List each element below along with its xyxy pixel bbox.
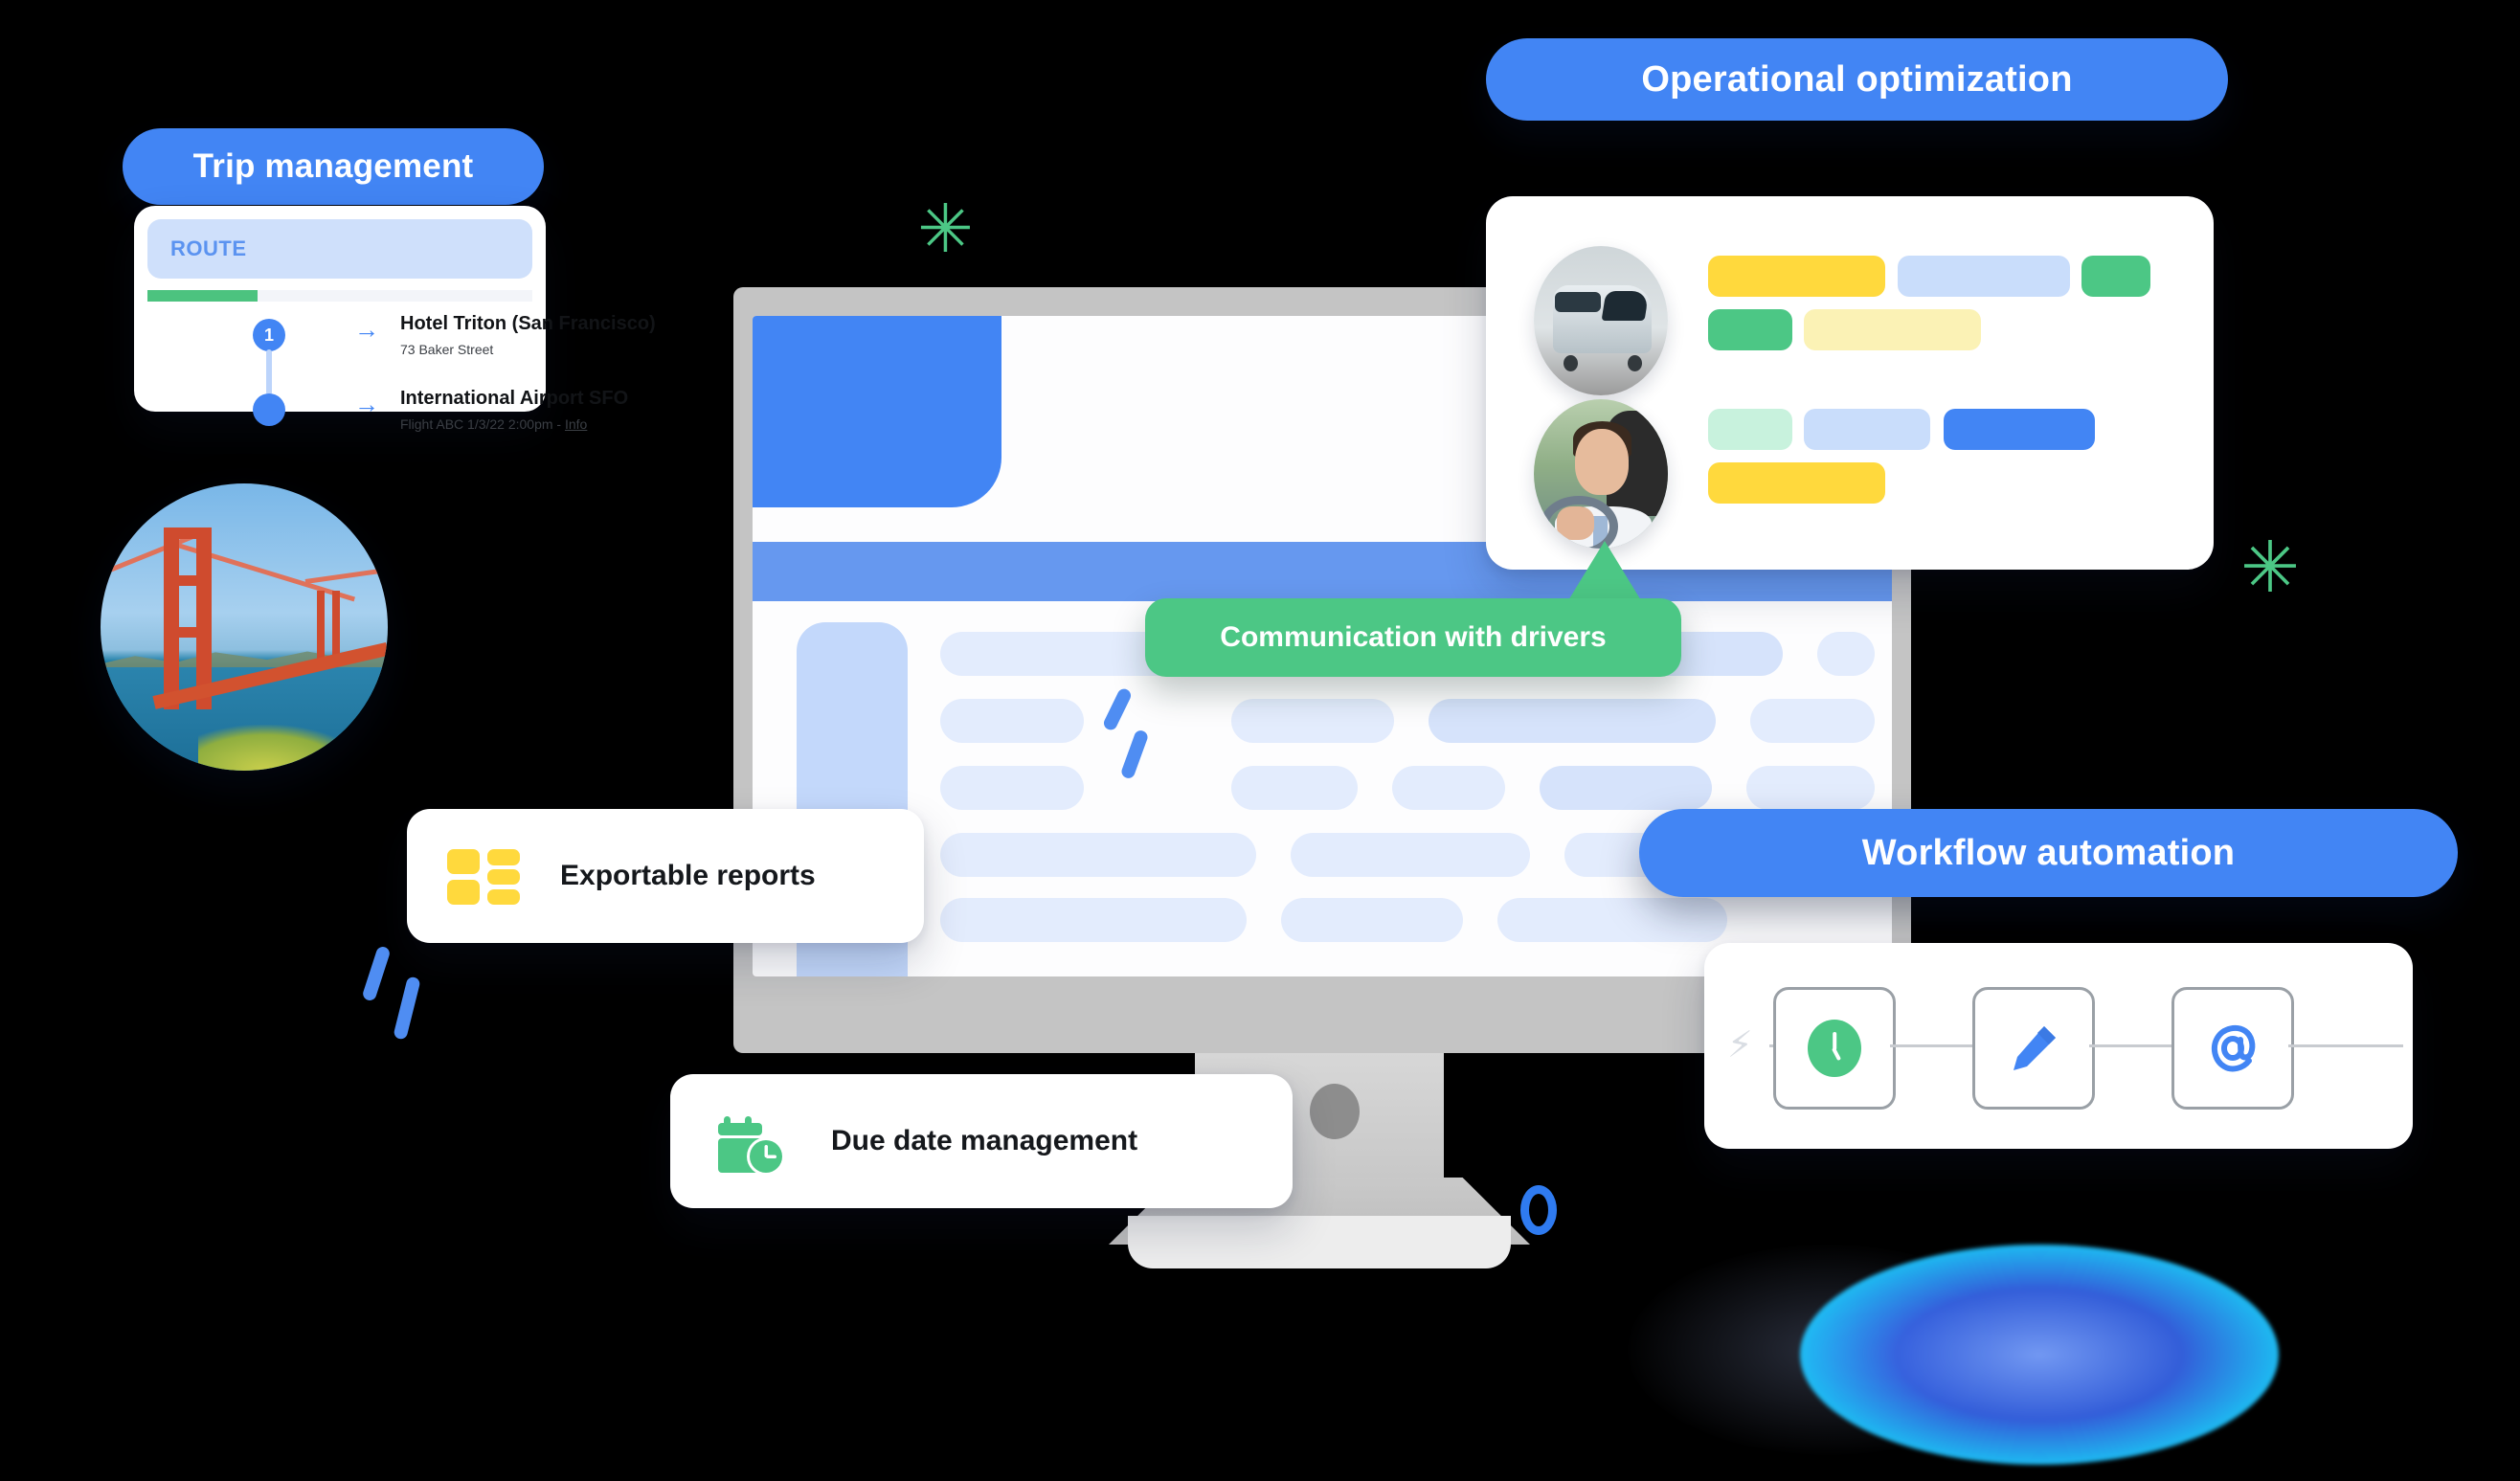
- lightning-bolt-icon: ⚡: [1727, 1025, 1753, 1066]
- reports-grid-icon: [447, 849, 520, 905]
- placeholder-pill: [1231, 766, 1358, 810]
- status-chip: [1708, 256, 1885, 297]
- exportable-reports-card[interactable]: Exportable reports: [407, 809, 924, 943]
- workflow-connector: [1890, 1044, 1972, 1047]
- placeholder-pill: [940, 699, 1084, 743]
- placeholder-pill: [1750, 699, 1875, 743]
- status-chip: [1804, 309, 1981, 350]
- stop-marker-1: 1: [253, 319, 285, 351]
- placeholder-pill: [940, 766, 1084, 810]
- status-chip: [1944, 409, 2095, 450]
- flight-info-text: Flight ABC 1/3/22 2:00pm -: [400, 416, 565, 432]
- bus-avatar: [1534, 246, 1668, 395]
- workflow-step-clock[interactable]: [1773, 987, 1896, 1110]
- placeholder-pill: [1746, 766, 1875, 810]
- workflow-automation-label[interactable]: Workflow automation: [1639, 809, 2458, 897]
- stop-marker-number: 1: [263, 325, 274, 345]
- exportable-reports-label: Exportable reports: [560, 860, 816, 891]
- workflow-step-edit[interactable]: [1972, 987, 2095, 1110]
- at-icon: [2211, 1024, 2256, 1072]
- accent-dash: [361, 945, 392, 1002]
- operational-optimization-label[interactable]: Operational optimization: [1486, 38, 2228, 121]
- bridge-tower-cap: [164, 527, 212, 539]
- screen-accent-card: [753, 316, 1001, 507]
- accent-dash: [393, 976, 421, 1041]
- workflow-connector: [2089, 1044, 2171, 1047]
- route-header-label: ROUTE: [170, 236, 247, 260]
- workflow-connector: [2288, 1044, 2403, 1047]
- stop-title: Hotel Triton (San Francisco): [400, 313, 656, 334]
- accent-ring: [1520, 1185, 1557, 1235]
- golden-gate-bridge-photo: [101, 483, 388, 771]
- placeholder-pill: [940, 898, 1247, 942]
- bridge-tower: [164, 527, 179, 709]
- sparkle-star-icon: ✳: [2240, 527, 2301, 607]
- stop-subtitle: Flight ABC 1/3/22 2:00pm - Info: [400, 416, 587, 432]
- status-chip: [1708, 462, 1885, 504]
- calendar-clock-icon: [716, 1114, 789, 1176]
- placeholder-pill: [1281, 898, 1463, 942]
- placeholder-pill: [1817, 632, 1875, 676]
- trip-management-label[interactable]: Trip management: [123, 128, 544, 205]
- stop-marker-2: [253, 393, 285, 426]
- placeholder-pill: [1540, 766, 1712, 810]
- placeholder-pill: [1291, 833, 1530, 877]
- stop-title: International Airport SFO: [400, 388, 629, 409]
- placeholder-pill: [1392, 766, 1505, 810]
- due-date-management-card[interactable]: Due date management: [670, 1074, 1293, 1208]
- communication-with-drivers-tooltip[interactable]: Communication with drivers: [1145, 598, 1681, 677]
- bridge-far-tower: [317, 591, 325, 663]
- bridge-tower-crossbeam: [164, 627, 212, 638]
- driver-avatar: [1534, 399, 1668, 549]
- bridge-tower-crossbeam: [164, 575, 212, 586]
- workflow-automation-card: ⚡: [1704, 943, 2413, 1149]
- illustration-stage: Trip management ROUTE 1 → Hotel Triton (…: [0, 0, 2520, 1481]
- arrow-icon: →: [354, 390, 379, 418]
- workflow-step-email[interactable]: [2171, 987, 2294, 1110]
- operational-optimization-card: [1486, 196, 2214, 570]
- status-chip: [1804, 409, 1930, 450]
- route-progress-fill: [147, 290, 258, 302]
- status-chip: [2081, 256, 2150, 297]
- status-chip: [1708, 409, 1792, 450]
- placeholder-pill: [1429, 699, 1716, 743]
- stop-subtitle: 73 Baker Street: [400, 342, 494, 357]
- status-chip: [1708, 309, 1792, 350]
- route-connector: [266, 349, 272, 395]
- monitor-power-dot: [1310, 1084, 1360, 1139]
- flight-info-link[interactable]: Info: [565, 416, 587, 432]
- backdrop-glow: [1800, 1245, 2279, 1465]
- route-card: ROUTE 1 → Hotel Triton (San Francisco) 7…: [134, 206, 656, 432]
- placeholder-pill: [1231, 699, 1394, 743]
- status-chip: [1898, 256, 2070, 297]
- pencil-icon: [2014, 1026, 2056, 1070]
- sparkle-star-icon: ✳: [917, 191, 974, 266]
- foreground-foliage: [198, 725, 365, 771]
- clock-icon: [1808, 1020, 1861, 1077]
- due-date-management-label: Due date management: [831, 1125, 1138, 1156]
- arrow-icon: →: [354, 315, 379, 344]
- placeholder-pill: [940, 833, 1256, 877]
- route-card-header: ROUTE: [147, 219, 532, 279]
- monitor-base: [1128, 1216, 1511, 1268]
- placeholder-pill: [1497, 898, 1727, 942]
